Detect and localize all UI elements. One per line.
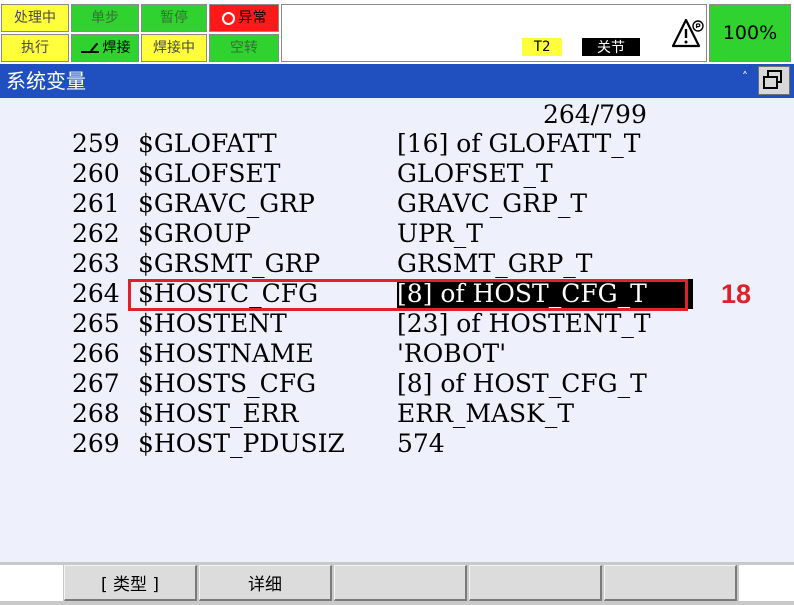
window-title: 系统变量 (6, 69, 86, 93)
variable-type: UPR_T (397, 219, 483, 248)
status-hold: 暂停 (141, 4, 207, 32)
variable-type: 574 (397, 429, 445, 458)
caret-up-icon[interactable]: ˄ (742, 70, 748, 84)
restore-window-icon (763, 70, 782, 89)
variable-list[interactable]: 264/799 259 $GLOFATT [16] of GLOFATT_T 2… (0, 98, 794, 562)
teach-pendant-screen: 处理中 单步 暂停 异常 执行 焊接 焊接中 空转 T2 关节 100% 系统变… (0, 0, 794, 605)
status-run: 执行 (1, 34, 69, 62)
variable-type: [8] of HOST_CFG_T (397, 369, 647, 398)
status-welding-label: 焊接中 (153, 40, 195, 56)
status-dry-run: 空转 (209, 34, 279, 62)
status-hold-label: 暂停 (160, 10, 188, 26)
variable-name: $HOST_PDUSIZ (138, 429, 345, 458)
weld-torch-icon (80, 41, 100, 55)
annotation-highlight-box (128, 279, 688, 311)
row-number: 264 (72, 279, 120, 308)
circle-outline-icon (221, 11, 235, 25)
row-number: 268 (72, 399, 120, 428)
variable-type: GRAVC_GRP_T (397, 189, 588, 218)
variable-type: GRSMT_GRP_T (397, 249, 593, 278)
row-number: 260 (72, 159, 120, 188)
mode-badge: T2 (522, 38, 562, 56)
annotation-callout-number: 18 (721, 279, 752, 309)
warning-triangle-icon (672, 18, 704, 48)
row-number: 263 (72, 249, 120, 278)
row-number: 262 (72, 219, 120, 248)
table-row[interactable]: 267 $HOSTS_CFG [8] of HOST_CFG_T (0, 369, 794, 399)
variable-name: $HOSTS_CFG (138, 369, 317, 398)
variable-name: $HOSTENT (138, 309, 287, 338)
table-row[interactable]: 266 $HOSTNAME 'ROBOT' (0, 339, 794, 369)
variable-name: $GRAVC_GRP (138, 189, 315, 218)
variable-type: 'ROBOT' (397, 339, 507, 368)
f5-button[interactable] (604, 565, 737, 601)
row-number: 269 (72, 429, 120, 458)
variable-type: ERR_MASK_T (397, 399, 575, 428)
status-fault-label: 异常 (238, 10, 267, 26)
row-number: 266 (72, 339, 120, 368)
variable-type: [16] of GLOFATT_T (397, 129, 641, 158)
variable-name: $HOST_ERR (138, 399, 299, 428)
fkey-bar-right-cap (739, 565, 794, 601)
window-title-bar: 系统变量 ˄ (0, 64, 794, 98)
variable-name: $HOSTNAME (138, 339, 314, 368)
row-number: 261 (72, 189, 120, 218)
status-fault: 异常 (209, 4, 279, 32)
jog-mode-badge: 关节 (582, 38, 640, 56)
f3-button[interactable] (334, 565, 467, 601)
status-run-label: 执行 (21, 40, 49, 56)
variable-type: GLOFSET_T (397, 159, 553, 188)
status-welding: 焊接中 (141, 34, 207, 62)
table-row[interactable]: 269 $HOST_PDUSIZ 574 (0, 429, 794, 459)
variable-type: [23] of HOSTENT_T (397, 309, 651, 338)
variable-name: $GLOFATT (138, 129, 277, 158)
variable-name: $GRSMT_GRP (138, 249, 321, 278)
status-dry-run-label: 空转 (230, 40, 258, 56)
f1-type-button[interactable]: [ 类型 ] (64, 565, 197, 601)
table-row[interactable]: 263 $GRSMT_GRP GRSMT_GRP_T (0, 249, 794, 279)
message-area: T2 关节 (281, 4, 707, 62)
f2-detail-button[interactable]: 详细 (199, 565, 332, 601)
status-busy-label: 处理中 (14, 10, 56, 26)
fkey-bar-left-cap (0, 565, 63, 601)
status-weld: 焊接 (71, 34, 139, 62)
variable-name: $GROUP (138, 219, 252, 248)
status-step-label: 单步 (91, 10, 119, 26)
table-row[interactable]: 259 $GLOFATT [16] of GLOFATT_T (0, 129, 794, 159)
table-row[interactable]: 261 $GRAVC_GRP GRAVC_GRP_T (0, 189, 794, 219)
row-number: 265 (72, 309, 120, 338)
restore-window-button[interactable] (758, 66, 790, 95)
status-weld-label: 焊接 (102, 40, 131, 56)
page-indicator: 264/799 (543, 100, 647, 129)
table-row[interactable]: 262 $GROUP UPR_T (0, 219, 794, 249)
row-number: 259 (72, 129, 120, 158)
variable-name: $GLOFSET (138, 159, 281, 188)
table-row[interactable]: 265 $HOSTENT [23] of HOSTENT_T (0, 309, 794, 339)
status-busy: 处理中 (1, 4, 69, 32)
table-row[interactable]: 268 $HOST_ERR ERR_MASK_T (0, 399, 794, 429)
f4-button[interactable] (469, 565, 602, 601)
status-step: 单步 (71, 4, 139, 32)
function-key-bar: [ 类型 ] 详细 (0, 562, 794, 605)
override-indicator[interactable]: 100% (709, 4, 791, 62)
table-row[interactable]: 260 $GLOFSET GLOFSET_T (0, 159, 794, 189)
row-number: 267 (72, 369, 120, 398)
